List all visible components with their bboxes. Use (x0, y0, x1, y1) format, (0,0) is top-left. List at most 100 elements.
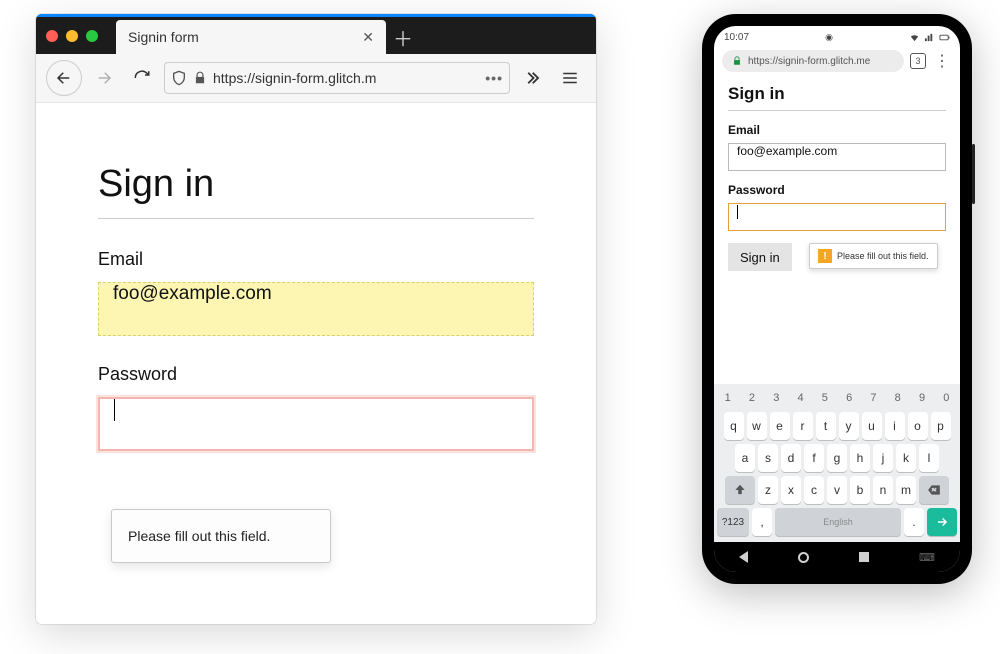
space-key[interactable]: English (775, 508, 901, 536)
period-key[interactable]: . (904, 508, 924, 536)
key-o[interactable]: o (908, 412, 928, 440)
mobile-menu-button[interactable]: ⋮ (932, 51, 952, 71)
key-w[interactable]: w (747, 412, 767, 440)
key-k[interactable]: k (896, 444, 916, 472)
key-q[interactable]: q (724, 412, 744, 440)
symbols-key[interactable]: ?123 (717, 508, 749, 536)
overflow-button[interactable] (516, 62, 548, 94)
text-cursor-icon (114, 399, 115, 421)
maximize-window-icon[interactable] (86, 30, 98, 42)
mobile-url-bar[interactable]: https://signin-form.glitch.me (722, 50, 904, 72)
warning-icon: ! (818, 249, 832, 263)
backspace-icon (926, 483, 942, 497)
back-button[interactable] (46, 60, 82, 96)
key-e[interactable]: e (770, 412, 790, 440)
close-window-icon[interactable] (46, 30, 58, 42)
key-b[interactable]: b (850, 476, 870, 504)
key-3[interactable]: 3 (766, 388, 787, 408)
key-2[interactable]: 2 (741, 388, 762, 408)
close-tab-icon[interactable]: ✕ (362, 29, 374, 46)
email-field[interactable]: foo@example.com (98, 282, 534, 336)
shift-key[interactable] (725, 476, 755, 504)
mobile-email-value: foo@example.com (737, 144, 837, 158)
tracking-protection-icon[interactable] (171, 70, 187, 86)
page-actions-icon[interactable]: ••• (485, 70, 503, 86)
key-i[interactable]: i (885, 412, 905, 440)
key-t[interactable]: t (816, 412, 836, 440)
browser-tab[interactable]: Signin form ✕ (116, 20, 386, 54)
mobile-email-label: Email (728, 123, 946, 137)
window-controls (46, 17, 116, 54)
page-content: Sign in Email foo@example.com Password (36, 103, 596, 539)
page-heading: Sign in (98, 163, 534, 219)
tab-count: 3 (915, 56, 920, 66)
android-nav-bar: ⌨ (714, 542, 960, 572)
key-n[interactable]: n (873, 476, 893, 504)
mobile-browser-toolbar: https://signin-form.glitch.me 3 ⋮ (714, 46, 960, 76)
go-key[interactable] (927, 508, 957, 536)
key-p[interactable]: p (931, 412, 951, 440)
tab-strip: Signin form ✕ ＋ (36, 14, 596, 54)
key-m[interactable]: m (896, 476, 916, 504)
lock-icon[interactable] (193, 71, 207, 85)
mobile-validation-tooltip: ! Please fill out this field. (809, 243, 938, 269)
forward-button[interactable] (88, 62, 120, 94)
key-9[interactable]: 9 (911, 388, 932, 408)
nav-home-icon[interactable] (798, 552, 809, 563)
phone-screen: 10:07 ◉ https://signin-form.glitch.me 3 … (714, 26, 960, 572)
email-value: foo@example.com (113, 283, 272, 304)
key-u[interactable]: u (862, 412, 882, 440)
mobile-page-heading: Sign in (728, 84, 946, 111)
arrow-right-icon (935, 515, 949, 529)
key-d[interactable]: d (781, 444, 801, 472)
reload-button[interactable] (126, 62, 158, 94)
key-x[interactable]: x (781, 476, 801, 504)
key-z[interactable]: z (758, 476, 778, 504)
comma-key[interactable]: , (752, 508, 772, 536)
email-label: Email (98, 249, 534, 270)
key-s[interactable]: s (758, 444, 778, 472)
mobile-password-label: Password (728, 183, 946, 197)
key-7[interactable]: 7 (863, 388, 884, 408)
key-y[interactable]: y (839, 412, 859, 440)
browser-toolbar: https://signin-form.glitch.m ••• (36, 54, 596, 103)
password-field[interactable] (98, 397, 534, 451)
validation-message: Please fill out this field. (128, 528, 270, 544)
mobile-email-field[interactable]: foo@example.com (728, 143, 946, 171)
signal-icon (924, 32, 935, 43)
key-5[interactable]: 5 (814, 388, 835, 408)
key-g[interactable]: g (827, 444, 847, 472)
key-h[interactable]: h (850, 444, 870, 472)
key-j[interactable]: j (873, 444, 893, 472)
nav-keyboard-icon[interactable]: ⌨ (919, 551, 935, 564)
key-1[interactable]: 1 (717, 388, 738, 408)
backspace-key[interactable] (919, 476, 949, 504)
key-l[interactable]: l (919, 444, 939, 472)
mobile-page-content: Sign in Email foo@example.com Password S… (714, 76, 960, 271)
key-6[interactable]: 6 (839, 388, 860, 408)
status-bar: 10:07 ◉ (714, 26, 960, 46)
key-f[interactable]: f (804, 444, 824, 472)
nav-recents-icon[interactable] (859, 552, 869, 562)
new-tab-button[interactable]: ＋ (386, 20, 420, 54)
key-4[interactable]: 4 (790, 388, 811, 408)
url-bar[interactable]: https://signin-form.glitch.m ••• (164, 62, 510, 94)
nav-back-icon[interactable] (739, 551, 748, 563)
key-0[interactable]: 0 (936, 388, 957, 408)
key-v[interactable]: v (827, 476, 847, 504)
signin-button[interactable]: Sign in (728, 243, 792, 271)
key-c[interactable]: c (804, 476, 824, 504)
desktop-browser-window: Signin form ✕ ＋ https://signin-form.glit… (36, 14, 596, 624)
key-r[interactable]: r (793, 412, 813, 440)
url-text: https://signin-form.glitch.m (213, 70, 479, 86)
key-a[interactable]: a (735, 444, 755, 472)
status-extra-icon: ◉ (825, 32, 833, 43)
password-label: Password (98, 364, 534, 385)
key-8[interactable]: 8 (887, 388, 908, 408)
tab-switcher-button[interactable]: 3 (910, 53, 926, 69)
shift-icon (733, 483, 747, 497)
mobile-password-field[interactable] (728, 203, 946, 231)
text-cursor-icon (737, 205, 738, 219)
menu-button[interactable] (554, 62, 586, 94)
minimize-window-icon[interactable] (66, 30, 78, 42)
